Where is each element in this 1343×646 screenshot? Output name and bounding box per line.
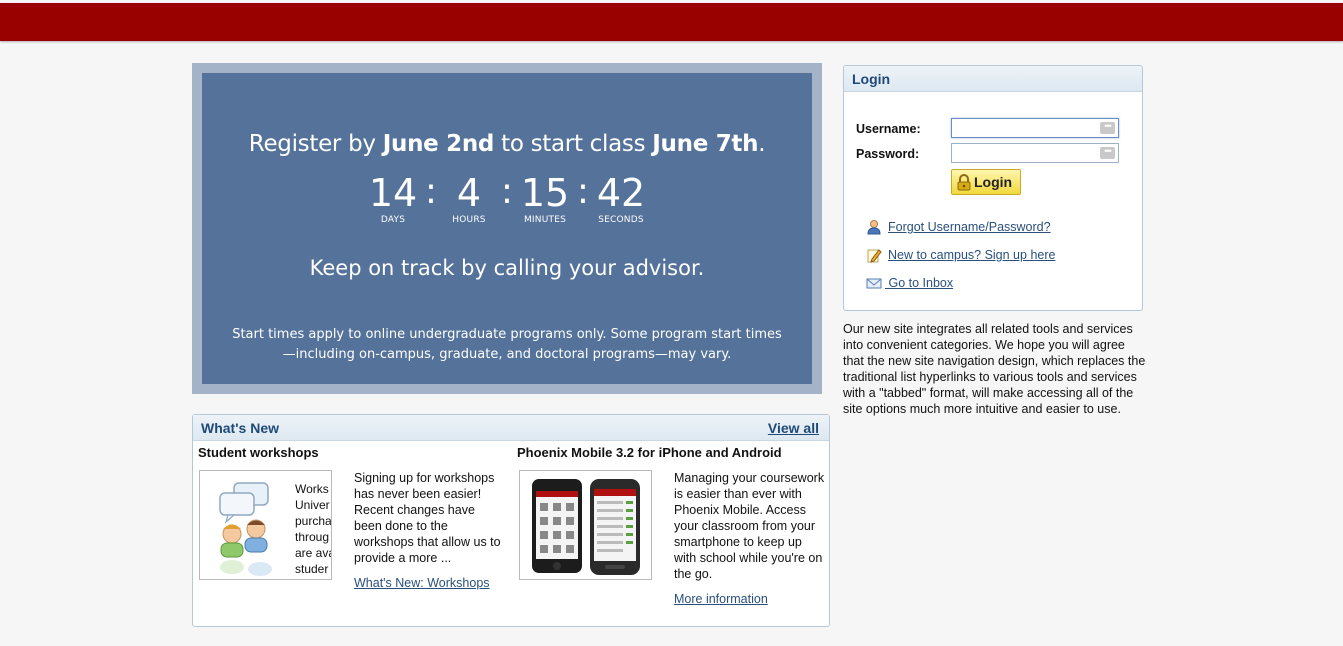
chat-people-icon (219, 482, 272, 576)
news-item-summary: Signing up for workshops has never been … (354, 471, 501, 565)
sign-up-row[interactable]: New to campus? Sign up here (866, 247, 1055, 263)
news-item-title: Student workshops (198, 445, 319, 460)
class-start-date: June 7th (652, 131, 759, 157)
registration-date: June 2nd (382, 131, 495, 157)
lock-icon (957, 174, 971, 191)
promo-banner-frame: Register by June 2nd to start class June… (192, 63, 822, 394)
inbox-row[interactable]: Go to Inbox (866, 275, 953, 291)
countdown-separator: : (576, 171, 590, 212)
login-panel: Login Username: ••• Password: ••• Login … (843, 65, 1143, 311)
password-manager-icon[interactable]: ••• (1100, 147, 1115, 159)
go-to-inbox-link[interactable]: Go to Inbox (885, 276, 953, 290)
sign-up-link[interactable]: New to campus? Sign up here (888, 248, 1055, 262)
login-title: Login (852, 71, 891, 87)
password-input[interactable] (951, 143, 1119, 163)
countdown-minutes: 15 MINUTES (520, 171, 570, 225)
user-icon (867, 220, 881, 235)
countdown-seconds: 42 SECONDS (596, 171, 646, 225)
password-label: Password: (856, 147, 920, 161)
news-item-summary: Managing your coursework is easier than … (674, 471, 825, 581)
countdown-timer: 14 DAYS : 4 HOURS : 15 MINUTES : 42 SECO… (202, 171, 812, 225)
envelope-icon (866, 278, 882, 289)
workshops-thumbnail[interactable]: Works Univer purcha throug are ava stude… (199, 470, 332, 580)
news-item-title: Phoenix Mobile 3.2 for iPhone and Androi… (517, 445, 782, 460)
top-header-bar (0, 3, 1343, 41)
phoenix-mobile-thumbnail[interactable] (519, 470, 652, 580)
whats-new-panel: What's New View all Student workshops Wo… (192, 414, 830, 627)
countdown-hours: 4 HOURS (452, 171, 486, 225)
banner-headline: Register by June 2nd to start class June… (248, 131, 766, 157)
countdown-separator: : (424, 171, 438, 212)
username-input[interactable] (951, 118, 1119, 138)
whats-new-header: What's New View all (193, 415, 829, 441)
countdown-days: 14 DAYS (368, 171, 418, 225)
smartphones-icon (532, 479, 640, 575)
pencil-note-icon (867, 249, 882, 263)
workshops-thumbnail-text: Works Univer purcha throug are ava stude… (295, 482, 332, 576)
login-button[interactable]: Login (951, 169, 1021, 195)
site-intro-text: Our new site integrates all related tool… (843, 322, 1146, 416)
username-label: Username: (856, 122, 921, 136)
workshops-link[interactable]: What's New: Workshops (354, 576, 490, 590)
whats-new-title: What's New (201, 420, 280, 436)
view-all-link[interactable]: View all (768, 420, 819, 436)
more-information-link[interactable]: More information (674, 592, 768, 606)
forgot-username-password-link[interactable]: Forgot Username/Password? (888, 220, 1051, 234)
promo-banner[interactable]: Register by June 2nd to start class June… (202, 73, 812, 384)
countdown-separator: : (500, 171, 514, 212)
password-manager-icon[interactable]: ••• (1100, 122, 1115, 134)
forgot-credentials-row[interactable]: Forgot Username/Password? (866, 219, 1051, 235)
banner-subline: Keep on track by calling your advisor. (309, 256, 705, 280)
banner-disclaimer: Start times apply to online undergraduat… (232, 327, 782, 362)
